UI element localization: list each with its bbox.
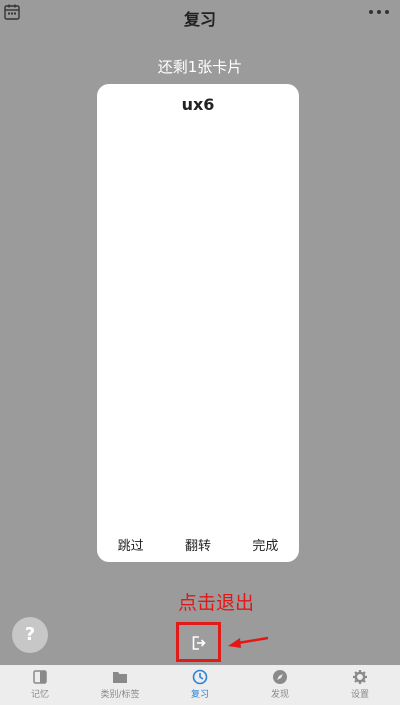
app-header: 复习	[0, 0, 400, 34]
flip-button[interactable]: 翻转	[179, 533, 217, 556]
page-title: 复习	[183, 10, 216, 29]
book-icon	[33, 670, 47, 684]
tab-discover[interactable]: 发现	[240, 665, 320, 705]
tab-memory[interactable]: 记忆	[0, 665, 80, 705]
annotation-arrow-icon	[228, 636, 269, 648]
tab-review[interactable]: 复习	[160, 665, 240, 705]
tab-categories-tags[interactable]: 类别/标签	[80, 665, 160, 705]
bottom-tab-bar: 记忆 类别/标签 复习 发现 设置	[0, 665, 400, 705]
skip-button[interactable]: 跳过	[112, 533, 150, 556]
card-term: ux6	[181, 95, 215, 114]
folder-icon	[113, 672, 127, 683]
more-icon[interactable]	[368, 6, 390, 18]
cards-remaining-text: 还剩1张卡片	[157, 58, 243, 76]
annotation-text: 点击退出	[178, 592, 255, 614]
flashcard[interactable]: ux6 跳过 翻转 完成	[97, 84, 299, 562]
gear-icon	[353, 670, 367, 684]
help-button[interactable]: ?	[12, 617, 48, 653]
clock-icon	[192, 669, 208, 685]
done-button[interactable]: 完成	[246, 533, 284, 556]
exit-icon	[192, 636, 206, 650]
exit-button[interactable]	[176, 622, 221, 662]
tab-settings[interactable]: 设置	[320, 665, 400, 705]
compass-icon	[273, 670, 287, 684]
card-actions: 跳过 翻转 完成	[97, 533, 299, 556]
